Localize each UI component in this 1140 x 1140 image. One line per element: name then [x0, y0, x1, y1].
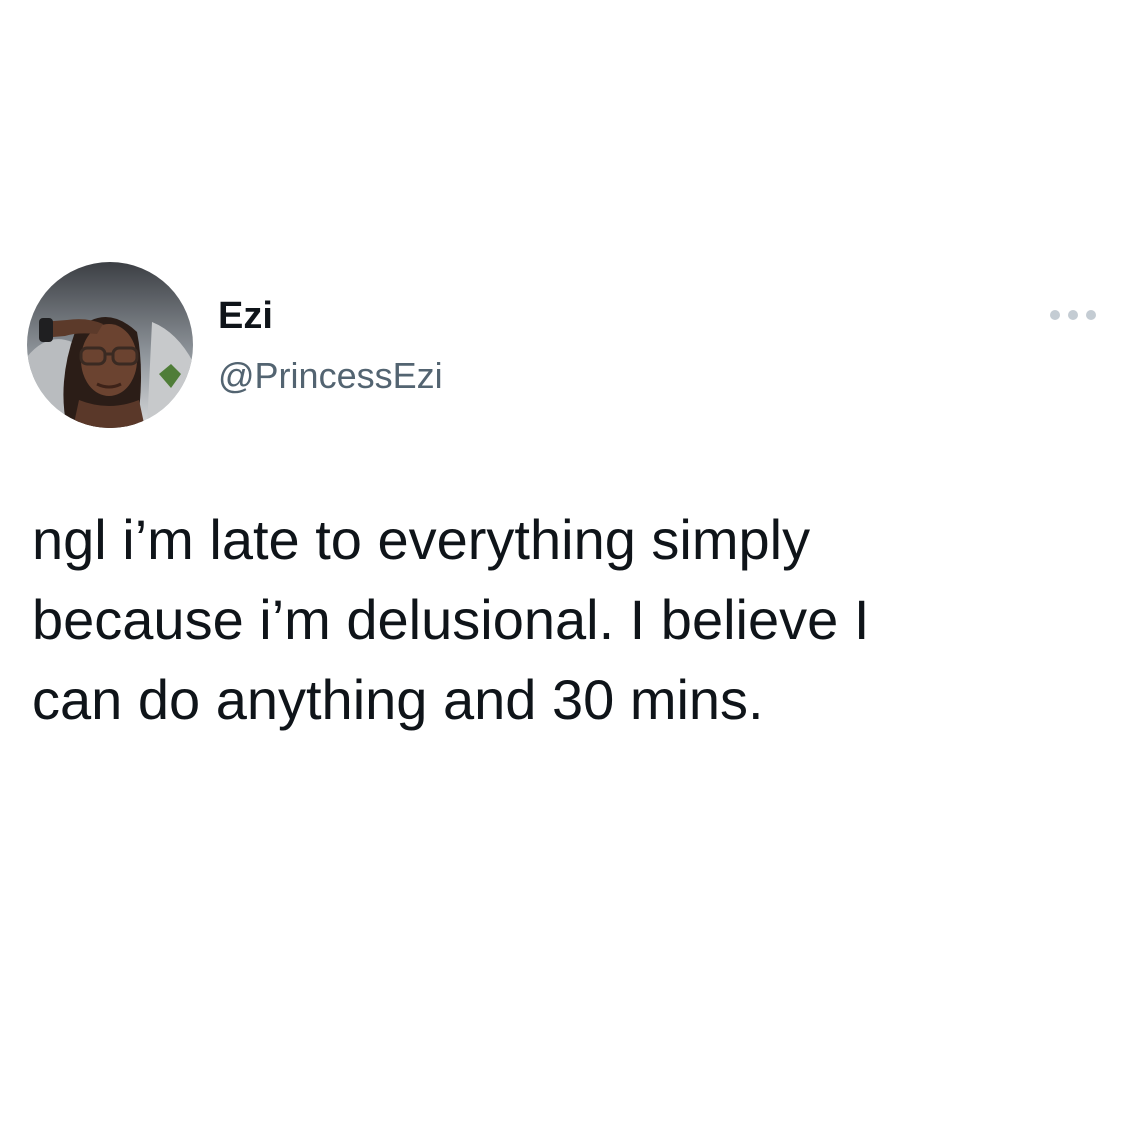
tweet-text-line: can do anything and 30 mins.: [32, 668, 764, 731]
more-options-button[interactable]: [1046, 298, 1100, 332]
tweet-text-line: ngl i’m late to everything simply: [32, 508, 811, 571]
profile-photo-icon: [27, 262, 193, 428]
tweet-text: ngl i’m late to everything simply becaus…: [32, 500, 1092, 740]
author-avatar[interactable]: [27, 262, 193, 428]
tweet-card: Ezi @PrincessEzi ngl i’m late to everyth…: [0, 0, 1140, 1140]
more-horizontal-icon: [1050, 310, 1096, 320]
author-handle[interactable]: @PrincessEzi: [218, 354, 443, 398]
tweet-text-line: because i’m delusional. I believe I: [32, 588, 870, 651]
author-display-name[interactable]: Ezi: [218, 294, 273, 338]
